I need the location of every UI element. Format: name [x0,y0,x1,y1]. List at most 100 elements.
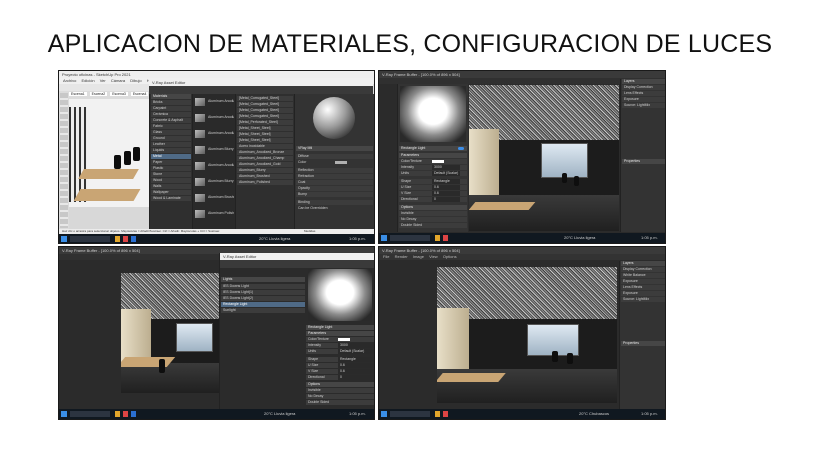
option-row[interactable]: Double Sided [399,223,467,228]
material-list-item[interactable]: [Metal_Perforated_Steel] [237,120,293,125]
category-item[interactable]: Paper [151,160,191,165]
layer-item[interactable]: Exposure [622,97,665,102]
material-thumb[interactable] [195,210,205,218]
param-value[interactable]: 0.6 [432,185,460,190]
menu-image[interactable]: Image [413,254,424,259]
material-list-item[interactable]: [Metal_Corrugated_Steel] [237,108,293,113]
light-list-item[interactable]: IES Downs Light(1) [221,290,305,295]
taskbar-weather[interactable]: 20°C Lluvia ligera [259,235,290,243]
prop-row[interactable]: Can be Overridden [296,206,373,211]
material-thumb[interactable] [195,146,205,154]
option-row[interactable]: Double Sided [306,400,374,405]
menu-view[interactable]: View [429,254,438,259]
category-item[interactable]: Fabric [151,124,191,129]
taskbar-app-icon[interactable] [131,236,136,242]
prop-row[interactable]: Binding [296,200,373,205]
param-value[interactable]: Rectangle [338,357,374,362]
scene-tab-4[interactable]: Escena4 [130,92,149,96]
param-value[interactable]: Default (Scalar) [338,349,374,354]
material-list-item[interactable]: Aluminum_Anodized_Champ [237,156,293,161]
material-list-item[interactable]: Aluminum_Brushed [237,174,293,179]
prop-row[interactable]: Bump [296,192,373,197]
layer-item[interactable]: Source: LightMix [621,297,665,302]
material-list-item[interactable]: Aluminum_Anodized_Gold [237,162,293,167]
material-thumb[interactable] [195,114,205,122]
option-row[interactable]: No Decay [399,217,467,222]
sketchup-viewport[interactable] [69,99,149,229]
material-thumb[interactable] [195,194,205,202]
category-item[interactable]: Plastic [151,166,191,171]
category-item[interactable]: Carpaint [151,106,191,111]
param-value[interactable]: 0.6 [432,191,460,196]
param-value[interactable]: 3000 [338,343,374,348]
category-item[interactable]: Walls [151,184,191,189]
material-thumb[interactable] [195,130,205,138]
menu-options[interactable]: Options [443,254,457,259]
menu-render[interactable]: Render [395,254,408,259]
material-list-item[interactable]: [Metal_Sheet_Steel] [237,126,293,131]
category-item[interactable]: Wood & Laminate [151,196,191,201]
taskbar-app-icon[interactable] [443,235,448,241]
taskbar-app-icon[interactable] [115,411,120,417]
option-row[interactable]: Invisible [306,388,374,393]
prop-row[interactable]: Coat [296,180,373,185]
param-value[interactable]: 0 [338,375,374,380]
taskbar-weather[interactable]: 20°C Chubascos [579,410,609,418]
category-item[interactable]: Wallpaper [151,190,191,195]
layer-item[interactable]: Lens Effects [622,91,665,96]
light-list-item[interactable]: IES Downs Light [221,284,305,289]
prop-row[interactable]: Refraction [296,174,373,179]
layer-item[interactable]: Exposure [621,279,665,284]
render-view[interactable] [469,85,619,231]
scene-tab-1[interactable]: Escena1 [69,92,87,96]
material-list-item[interactable]: Aluminum_Polished [237,180,293,185]
material-list-item[interactable]: [Metal_Corrugated_Steel] [237,114,293,119]
category-item[interactable]: Concrete & Asphalt [151,118,191,123]
taskbar-app-icon[interactable] [123,236,128,242]
prop-row[interactable]: Diffuse [296,154,373,159]
light-list-item[interactable]: IES Downs Light(2) [221,296,305,301]
param-value[interactable]: Rectangle [432,179,460,184]
layer-item[interactable]: Display Correction [622,85,665,90]
material-thumb[interactable] [195,178,205,186]
layer-item[interactable]: Lens Effects [621,285,665,290]
taskbar-app-icon[interactable] [443,411,448,417]
scene-tab-3[interactable]: Escena3 [110,92,128,96]
layer-item[interactable]: Source: LightMix [622,103,665,108]
category-item[interactable]: Ground [151,136,191,141]
taskbar-app-icon[interactable] [435,235,440,241]
menu-camara[interactable]: Cámara [111,78,125,83]
material-list-item[interactable]: [Metal_Corrugated_Steel] [237,96,293,101]
windows-start-icon[interactable] [381,411,387,417]
taskbar-weather[interactable]: 20°C Lluvia ligera [264,410,295,418]
windows-start-icon[interactable] [61,236,67,242]
material-list-item[interactable]: Aluminum_Blurry [237,168,293,173]
light-color-swatch[interactable] [338,338,350,341]
category-item[interactable]: Metal [151,154,191,159]
light-enabled-toggle[interactable] [458,147,464,150]
light-list-item[interactable]: Rectangle Light [221,302,305,307]
menu-file[interactable]: File [383,254,389,259]
material-thumb[interactable] [195,162,205,170]
category-item[interactable]: Wood [151,178,191,183]
param-value[interactable]: 0 [432,197,460,202]
taskbar-clock[interactable]: 1:05 p.m. [349,235,366,243]
light-list-item[interactable]: Sunlight [221,308,305,313]
taskbar-app-icon[interactable] [131,411,136,417]
category-item[interactable]: Glass [151,130,191,135]
diffuse-color-swatch[interactable] [335,161,347,164]
category-item[interactable]: Bricks [151,100,191,105]
param-value[interactable]: 3000 [432,165,460,170]
taskbar-search[interactable] [390,235,430,241]
windows-start-icon[interactable] [381,235,387,241]
layer-item[interactable]: Display Correction [621,267,665,272]
option-row[interactable]: Invisible [399,211,467,216]
taskbar-clock[interactable]: 1:05 p.m. [349,410,366,418]
category-item[interactable]: Leather [151,142,191,147]
category-item[interactable]: Liquids [151,148,191,153]
menu-archivo[interactable]: Archivo [63,78,76,83]
material-list-item[interactable]: Aluminum_Anodized_Bronze [237,150,293,155]
param-value[interactable]: Default (Scalar) [432,171,460,176]
option-row[interactable]: No Decay [306,394,374,399]
taskbar-app-icon[interactable] [435,411,440,417]
